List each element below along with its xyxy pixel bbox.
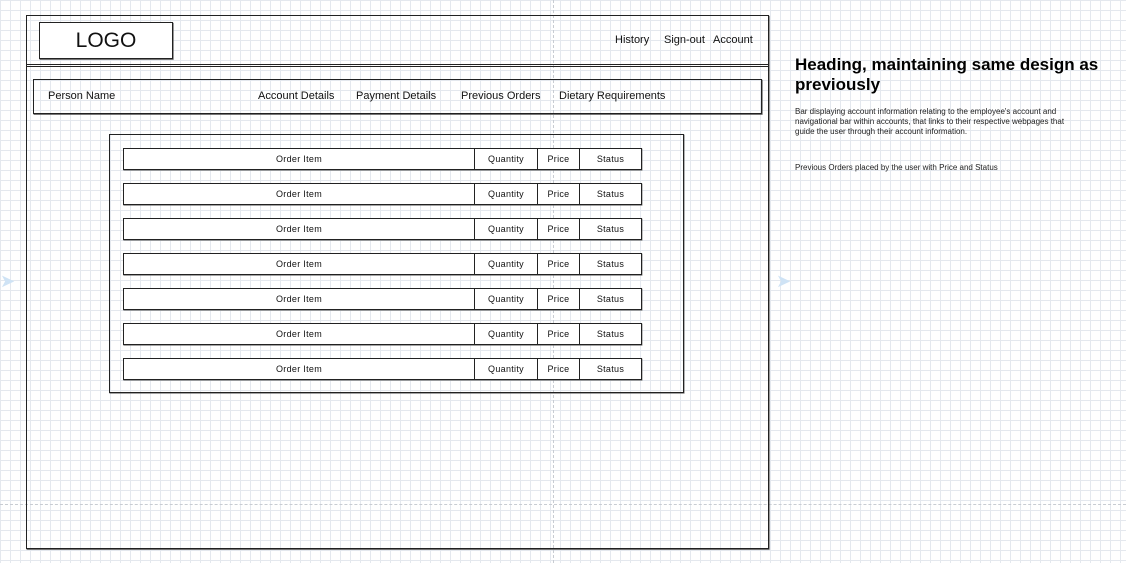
order-item-cell: Order Item	[275, 224, 322, 234]
nav-dietary-requirements[interactable]: Dietary Requirements	[559, 90, 665, 102]
history-link[interactable]: History	[615, 34, 649, 46]
status-cell: Status	[579, 219, 641, 239]
quantity-cell: Quantity	[474, 149, 537, 169]
order-row[interactable]: Order Item Quantity Price Status	[123, 253, 642, 275]
order-row[interactable]: Order Item Quantity Price Status	[123, 288, 642, 310]
quantity-cell: Quantity	[474, 254, 537, 274]
account-link[interactable]: Account	[713, 34, 753, 46]
price-cell: Price	[537, 219, 579, 239]
canvas-right-arrow-icon: ➤	[776, 271, 792, 291]
price-cell: Price	[537, 184, 579, 204]
nav-previous-orders[interactable]: Previous Orders	[461, 90, 540, 102]
quantity-cell: Quantity	[474, 219, 537, 239]
nav-account-details[interactable]: Account Details	[258, 90, 334, 102]
order-item-cell: Order Item	[275, 189, 322, 199]
order-item-cell: Order Item	[275, 294, 322, 304]
canvas-left-arrow-icon: ➤	[0, 271, 16, 291]
order-row[interactable]: Order Item Quantity Price Status	[123, 323, 642, 345]
quantity-cell: Quantity	[474, 289, 537, 309]
order-item-cell: Order Item	[275, 259, 322, 269]
price-cell: Price	[537, 289, 579, 309]
order-row[interactable]: Order Item Quantity Price Status	[123, 218, 642, 240]
price-cell: Price	[537, 359, 579, 379]
status-cell: Status	[579, 184, 641, 204]
annotation-bar-description: Bar displaying account information relat…	[795, 107, 1065, 136]
annotation-heading: Heading, maintaining same design as prev…	[795, 55, 1099, 94]
header-divider	[26, 64, 769, 67]
order-item-cell: Order Item	[275, 154, 322, 164]
status-cell: Status	[579, 149, 641, 169]
price-cell: Price	[537, 149, 579, 169]
quantity-cell: Quantity	[474, 184, 537, 204]
person-name: Person Name	[48, 90, 116, 102]
order-row[interactable]: Order Item Quantity Price Status	[123, 148, 642, 170]
quantity-cell: Quantity	[474, 359, 537, 379]
order-row[interactable]: Order Item Quantity Price Status	[123, 358, 642, 380]
quantity-cell: Quantity	[474, 324, 537, 344]
annotation-orders-description: Previous Orders placed by the user with …	[795, 163, 998, 172]
price-cell: Price	[537, 324, 579, 344]
price-cell: Price	[537, 254, 579, 274]
status-cell: Status	[579, 359, 641, 379]
order-item-cell: Order Item	[275, 364, 322, 374]
status-cell: Status	[579, 254, 641, 274]
status-cell: Status	[579, 324, 641, 344]
sign-out-link[interactable]: Sign-out	[664, 34, 705, 46]
status-cell: Status	[579, 289, 641, 309]
order-row[interactable]: Order Item Quantity Price Status	[123, 183, 642, 205]
logo[interactable]: LOGO	[39, 22, 173, 59]
order-item-cell: Order Item	[275, 329, 322, 339]
nav-payment-details[interactable]: Payment Details	[356, 90, 436, 102]
